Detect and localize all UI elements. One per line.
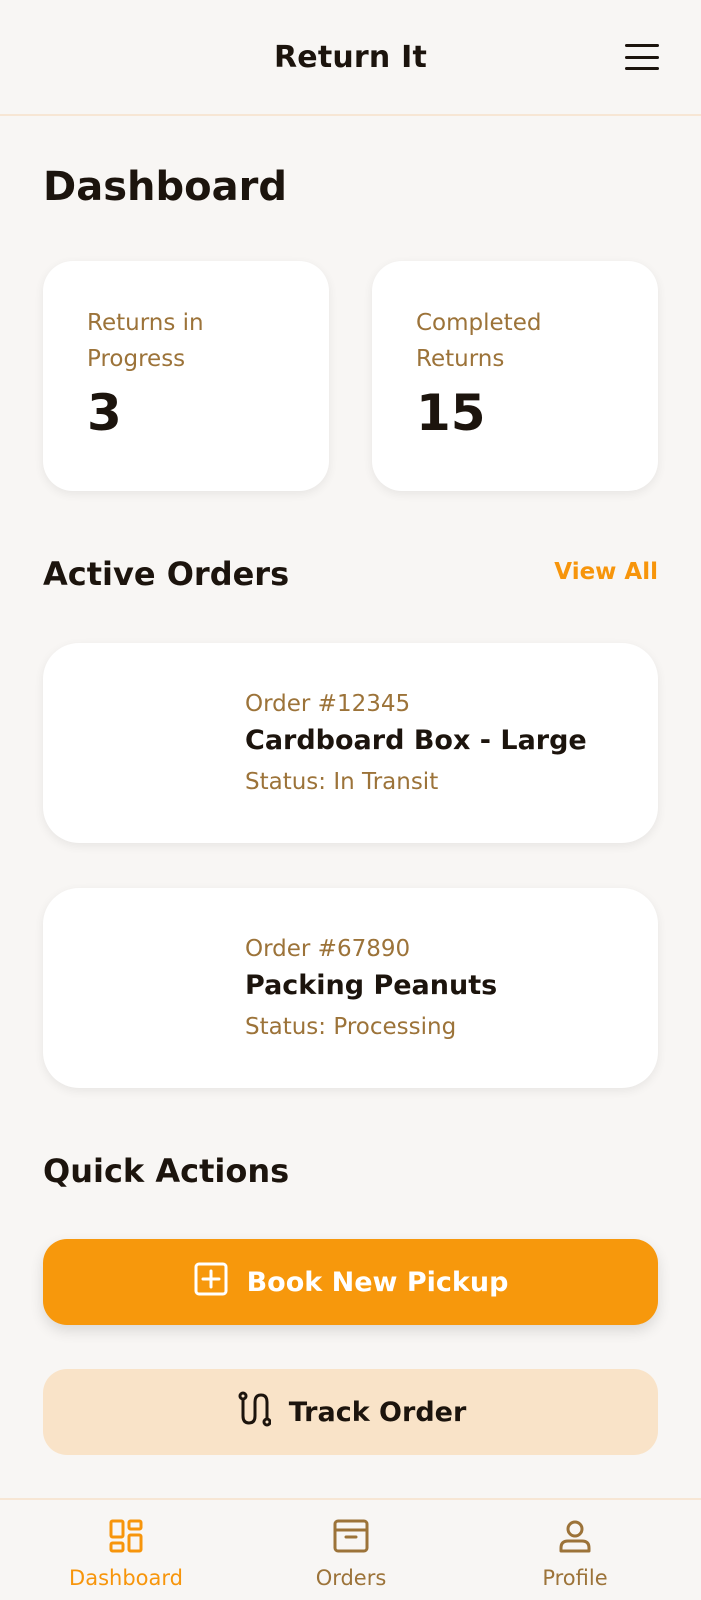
track-order-label: Track Order — [288, 1396, 467, 1428]
plus-square-icon — [193, 1261, 229, 1304]
order-status: Status: Processing — [245, 1014, 457, 1040]
stat-label: Completed Returns — [416, 310, 542, 372]
menu-button[interactable] — [625, 44, 659, 70]
order-info: Order #12345 Cardboard Box - Large Statu… — [245, 689, 587, 801]
order-id: Order #12345 — [245, 691, 411, 717]
nav-item-orders[interactable]: Orders — [251, 1514, 451, 1590]
order-thumbnail — [85, 683, 235, 803]
nav-item-profile[interactable]: Profile — [475, 1514, 675, 1590]
order-card[interactable]: Order #12345 Cardboard Box - Large Statu… — [43, 643, 658, 843]
dashboard-icon — [107, 1514, 145, 1558]
nav-label: Profile — [542, 1566, 608, 1590]
order-name: Packing Peanuts — [245, 970, 498, 1001]
app-root: Return It Dashboard Returns in Progress … — [0, 0, 701, 1600]
menu-icon-line — [625, 44, 659, 47]
order-status: Status: In Transit — [245, 769, 439, 795]
nav-label: Orders — [315, 1566, 387, 1590]
archive-box-icon — [332, 1514, 370, 1558]
app-title: Return It — [273, 39, 428, 75]
stat-value: 3 — [87, 384, 122, 442]
stat-value: 15 — [416, 384, 486, 442]
nav-item-dashboard[interactable]: Dashboard — [26, 1514, 226, 1590]
view-all-link[interactable]: View All — [554, 559, 658, 585]
page-title: Dashboard — [43, 164, 287, 210]
route-icon — [235, 1390, 272, 1435]
menu-icon-line — [625, 55, 659, 59]
stat-card-completed-returns: Completed Returns 15 — [372, 261, 658, 491]
stat-card-returns-in-progress: Returns in Progress 3 — [43, 261, 329, 491]
menu-icon-line — [625, 67, 659, 70]
book-new-pickup-button[interactable]: Book New Pickup — [43, 1239, 658, 1325]
person-icon — [556, 1514, 594, 1558]
order-info: Order #67890 Packing Peanuts Status: Pro… — [245, 934, 497, 1046]
active-orders-heading: Active Orders — [43, 555, 290, 593]
track-order-button[interactable]: Track Order — [43, 1369, 658, 1455]
quick-actions-heading: Quick Actions — [43, 1152, 290, 1190]
order-thumbnail — [85, 928, 235, 1048]
book-new-pickup-label: Book New Pickup — [246, 1266, 509, 1298]
order-id: Order #67890 — [245, 936, 411, 962]
bottom-nav: Dashboard Orders Profile — [0, 1498, 701, 1600]
order-card[interactable]: Order #67890 Packing Peanuts Status: Pro… — [43, 888, 658, 1088]
order-name: Cardboard Box - Large — [245, 725, 587, 756]
app-header: Return It — [0, 0, 701, 116]
nav-label: Dashboard — [69, 1566, 183, 1590]
stat-label: Returns in Progress — [87, 310, 204, 372]
